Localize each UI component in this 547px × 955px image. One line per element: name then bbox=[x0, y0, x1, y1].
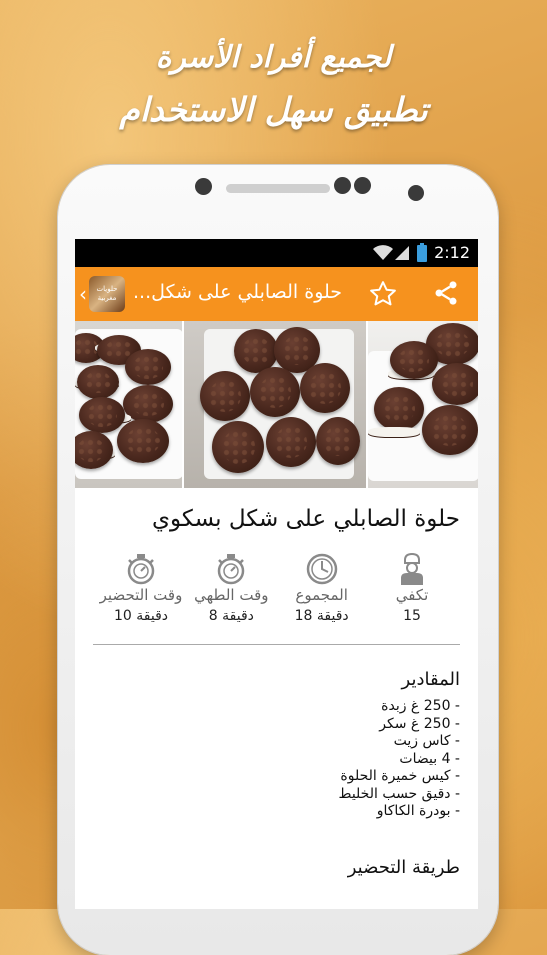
stat-label: وقت التحضير bbox=[99, 586, 183, 604]
signal-icon bbox=[394, 245, 410, 265]
share-icon[interactable] bbox=[432, 279, 460, 311]
star-outline-icon[interactable] bbox=[368, 279, 398, 313]
ingredient-item: - كاس زيت bbox=[393, 733, 460, 749]
ingredient-item: - كيس خميرة الحلوة bbox=[340, 768, 460, 784]
clock-icon bbox=[278, 552, 366, 586]
recipe-stats: وقت التحضير 10 دقيقة وقت الطهي 8 دقيقة ا… bbox=[93, 552, 460, 624]
stat-label: وقت الطهي bbox=[194, 586, 269, 604]
sensor-2 bbox=[354, 177, 371, 194]
ingredient-item: - 4 بيضات bbox=[399, 750, 460, 767]
sensor-1 bbox=[334, 177, 351, 194]
stat-cook-time: وقت الطهي 8 دقيقة bbox=[187, 552, 275, 624]
speaker-grille bbox=[226, 184, 330, 193]
divider bbox=[93, 644, 460, 645]
sensor-3 bbox=[408, 185, 424, 201]
logo-text: حلويات مغربية bbox=[96, 285, 118, 302]
page-title: حلوة الصابلي على شكل... bbox=[133, 281, 343, 303]
stopwatch-icon bbox=[97, 552, 185, 586]
ingredients-list: - 250 غ زبدة - 250 غ سكر - كاس زيت - 4 ب… bbox=[93, 698, 460, 821]
ingredient-item: - 250 غ زبدة bbox=[381, 698, 460, 714]
stat-value: 15 bbox=[403, 608, 421, 624]
stat-value: 8 دقيقة bbox=[208, 608, 254, 624]
stat-label: المجموع bbox=[295, 586, 348, 604]
ingredients-heading: المقادير bbox=[401, 669, 460, 690]
stat-value: 10 دقيقة bbox=[113, 608, 168, 624]
ingredient-item: - بودرة الكاكاو bbox=[376, 803, 460, 819]
recipe-title: حلوة الصابلي على شكل بسكوي bbox=[152, 506, 460, 532]
recipe-photo-2 bbox=[184, 321, 366, 488]
stopwatch-icon bbox=[187, 552, 275, 586]
ingredient-item: - دقيق حسب الخليط bbox=[338, 785, 460, 802]
promo-line-1: لجميع أفراد الأسرة bbox=[155, 40, 392, 75]
app-screen: 2:12 ‹ حلويات مغربية حلوة الصابلي على شك… bbox=[75, 239, 478, 909]
recipe-photo-1 bbox=[75, 321, 183, 488]
recipe-photo-3 bbox=[367, 321, 478, 488]
chef-icon bbox=[368, 552, 456, 586]
status-bar: 2:12 bbox=[75, 239, 478, 267]
app-bar: ‹ حلويات مغربية حلوة الصابلي على شكل... bbox=[75, 267, 478, 321]
method-heading: طريقة التحضير bbox=[347, 856, 460, 878]
front-camera bbox=[195, 178, 212, 195]
ingredient-item: - 250 غ سكر bbox=[379, 715, 460, 732]
status-time: 2:12 bbox=[434, 243, 470, 262]
wifi-icon bbox=[372, 245, 394, 265]
recipe-photo-strip bbox=[75, 321, 478, 488]
stat-servings: تكفي 15 bbox=[368, 552, 456, 624]
stat-prep-time: وقت التحضير 10 دقيقة bbox=[97, 552, 185, 624]
app-logo[interactable]: حلويات مغربية bbox=[89, 276, 125, 312]
chevron-left-icon[interactable]: ‹ bbox=[79, 282, 87, 306]
stat-total-time: المجموع 18 دقيقة bbox=[278, 552, 366, 624]
recipe-content: حلوة الصابلي على شكل بسكوي وقت التحضير 1… bbox=[75, 506, 478, 878]
stat-label: تكفي bbox=[395, 586, 429, 604]
promo-line-2: تطبيق سهل الاستخدام bbox=[119, 90, 428, 129]
battery-icon bbox=[417, 243, 427, 266]
stat-value: 18 دقيقة bbox=[294, 608, 349, 624]
